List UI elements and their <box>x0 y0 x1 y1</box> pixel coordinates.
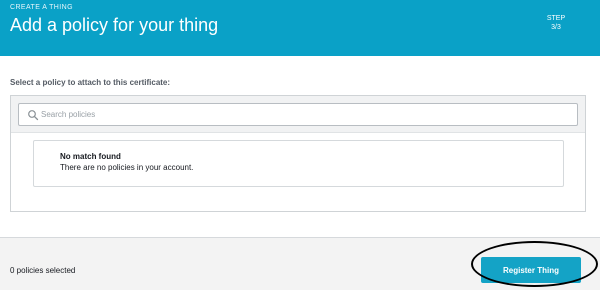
step-value: 3/3 <box>551 24 561 31</box>
search-icon <box>28 110 39 121</box>
search-bar <box>11 96 585 133</box>
search-box[interactable] <box>18 103 578 126</box>
register-thing-button[interactable]: Register Thing <box>481 257 581 283</box>
wizard-header: CREATE A THING Add a policy for your thi… <box>0 0 600 56</box>
step-indicator: STEP 3/3 <box>542 14 570 32</box>
empty-state-card: No match found There are no policies in … <box>33 140 564 187</box>
selected-count: 0 policies selected <box>10 266 76 275</box>
step-label: STEP <box>546 15 566 22</box>
search-input[interactable] <box>41 106 571 123</box>
policy-prompt: Select a policy to attach to this certif… <box>10 78 171 87</box>
empty-state-description: There are no policies in your account. <box>60 163 194 172</box>
page-title: Add a policy for your thing <box>10 15 219 35</box>
policy-panel: No match found There are no policies in … <box>10 95 586 212</box>
empty-state-title: No match found <box>60 152 121 161</box>
wizard-footer: 0 policies selected Register Thing <box>0 237 600 290</box>
wizard-eyebrow: CREATE A THING <box>10 4 73 11</box>
